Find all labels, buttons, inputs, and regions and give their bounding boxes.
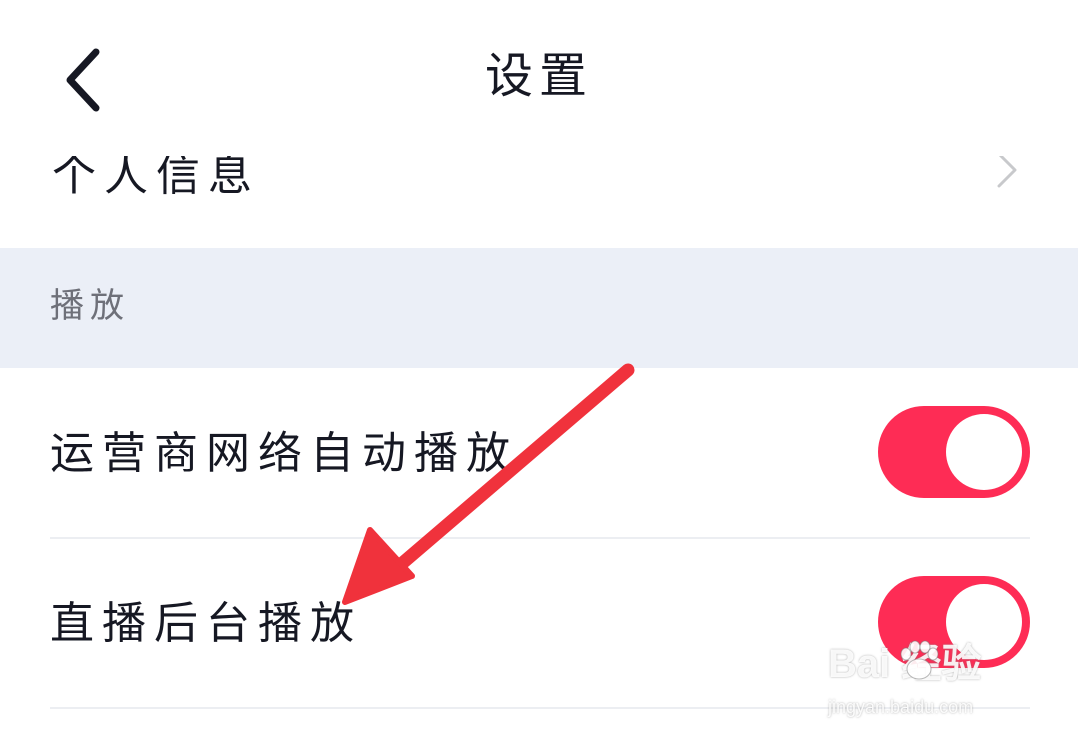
header-bottom-edge	[0, 128, 1078, 156]
toggle-knob	[946, 584, 1022, 660]
section-title: 播放	[50, 286, 130, 326]
section-header	[0, 248, 1078, 368]
toggle-knob	[946, 414, 1022, 490]
row-label: 直播后台播放	[50, 598, 362, 649]
autoplay-toggle[interactable]	[878, 406, 1030, 498]
row-label: 运营商网络自动播放	[50, 428, 518, 479]
chevron-right-icon	[997, 152, 1017, 188]
settings-row-live-background[interactable]: 直播后台播放	[0, 538, 1078, 708]
divider	[50, 707, 1030, 709]
background-play-toggle[interactable]	[878, 576, 1030, 668]
settings-row-carrier-autoplay[interactable]: 运营商网络自动播放	[0, 368, 1078, 538]
page-title: 设置	[484, 48, 593, 104]
